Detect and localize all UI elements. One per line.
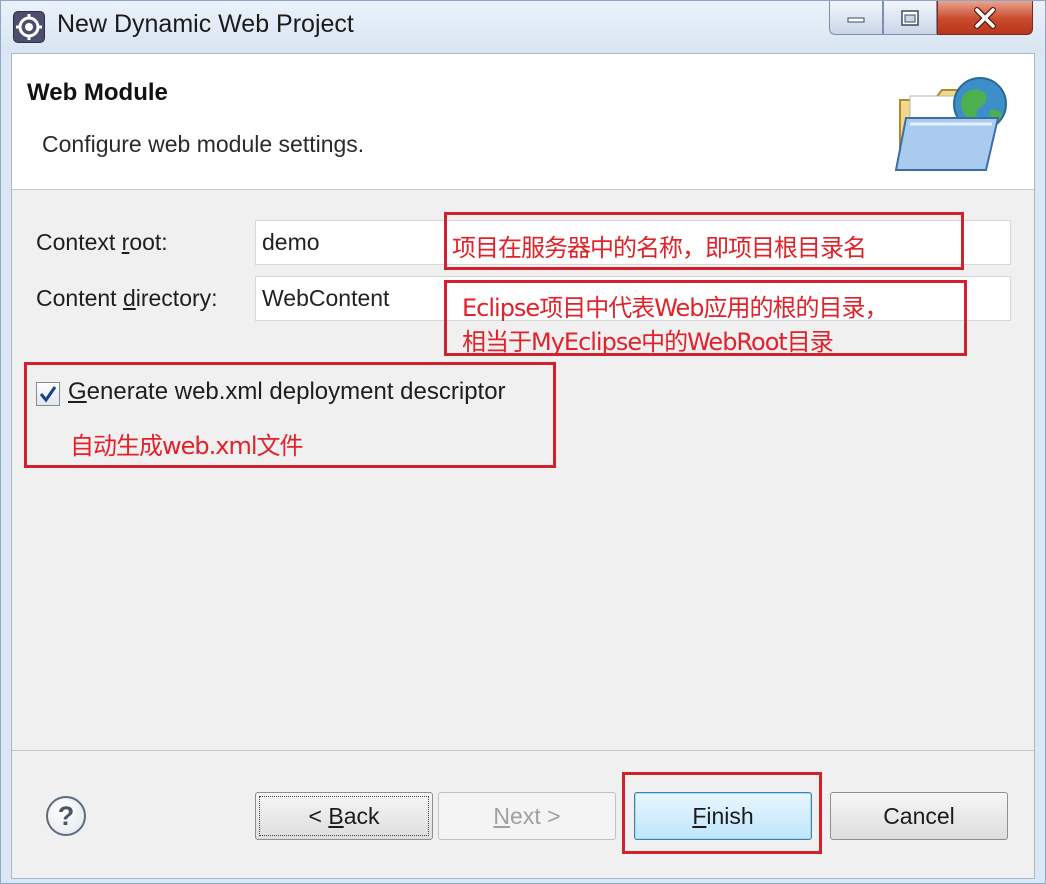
annotation-box-finish	[622, 772, 822, 854]
close-icon	[974, 6, 996, 29]
close-button[interactable]	[937, 1, 1033, 35]
page-title: Web Module	[27, 79, 168, 106]
content-directory-value: WebContent	[262, 285, 390, 311]
annotation-content-dir-line1: Eclipse项目中代表Web应用的根的目录，	[462, 294, 889, 322]
window-title: New Dynamic Web Project	[57, 10, 354, 38]
minimize-button[interactable]	[829, 1, 883, 35]
help-icon[interactable]: ?	[46, 796, 86, 836]
dialog-window: New Dynamic Web Project Web Module Confi…	[0, 0, 1046, 884]
annotation-generate-xml: 自动生成web.xml文件	[70, 432, 304, 460]
page-description: Configure web module settings.	[42, 131, 365, 157]
dialog-content: Web Module Configure web module settings…	[11, 53, 1035, 879]
maximize-button[interactable]	[883, 1, 937, 35]
minimize-icon	[847, 17, 865, 22]
annotation-context-root: 项目在服务器中的名称，即项目根目录名	[452, 234, 867, 262]
back-button[interactable]: < Back	[255, 792, 433, 840]
content-directory-label: Content directory:	[36, 285, 218, 311]
eclipse-icon	[13, 11, 45, 43]
next-button[interactable]: Next >	[438, 792, 616, 840]
folder-globe-icon	[894, 77, 1007, 171]
wizard-banner: Web Module Configure web module settings…	[12, 54, 1034, 190]
cancel-button[interactable]: Cancel	[830, 792, 1008, 840]
title-bar[interactable]: New Dynamic Web Project	[1, 1, 1045, 53]
context-root-label: Context root:	[36, 229, 168, 255]
footer-separator	[12, 750, 1034, 751]
context-root-value: demo	[262, 229, 320, 255]
maximize-icon	[901, 9, 919, 26]
annotation-content-dir-line2: 相当于MyEclipse中的WebRoot目录	[462, 328, 834, 356]
